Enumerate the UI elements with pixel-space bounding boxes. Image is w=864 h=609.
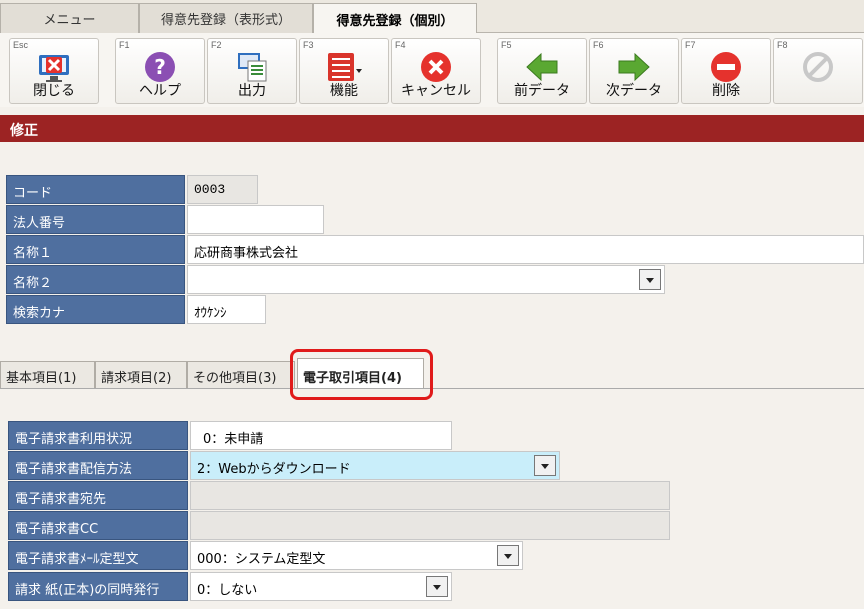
kana-input[interactable]: ｵｳｹﾝｼ [187,295,266,324]
paper-label: 請求 紙(正本)の同時発行 [8,572,188,601]
usage-value: 0：未申請 [203,432,264,447]
tab-menu-label: メニュー [43,13,96,28]
delivery-label: 電子請求書配信方法 [8,451,188,480]
help-button-label: ヘルプ [139,83,181,99]
mail-template-value: 000：システム定型文 [197,552,326,567]
mail-template-label: 電子請求書ﾒｰﾙ定型文 [8,541,188,570]
delete-button[interactable]: F7 削除 [681,38,771,104]
kana-value: ｵｳｹﾝｼ [194,306,227,321]
tab-customer-table[interactable]: 得意先登録（表形式） [139,3,313,33]
cancel-button[interactable]: F4 キャンセル [391,38,481,104]
chevron-down-icon[interactable] [426,576,448,597]
tab-customer-individual[interactable]: 得意先登録（個別） [313,3,477,34]
code-label-text: コード [13,186,53,201]
fkey-label: F6 [593,40,604,50]
paper-label-text: 請求 紙(正本)の同時発行 [15,583,160,598]
prev-data-button[interactable]: F5 前データ [497,38,587,104]
close-button-label: 閉じる [33,83,75,99]
window-tab-bar: メニュー 得意先登録（表形式） 得意先登録（個別） [0,0,864,34]
delivery-value: 2：Webからダウンロード [197,462,351,477]
corp-number-label-text: 法人番号 [13,216,66,231]
to-label: 電子請求書宛先 [8,481,188,510]
kana-label-text: 検索カナ [13,306,66,321]
tab-basic[interactable]: 基本項目(1) [0,361,95,388]
function-toolbar: Esc 閉じる F1 ? ヘルプ F2 出力 F3 機能 F4 キャンセル F5… [0,33,864,107]
name1-value: 応研商事株式会社 [194,246,299,261]
mode-header: 修正 [0,115,864,142]
to-field [190,481,670,510]
name2-label-text: 名称２ [13,276,53,291]
corp-number-input[interactable] [187,205,324,234]
name2-combobox[interactable] [187,265,665,294]
mail-template-combobox[interactable]: 000：システム定型文 [190,541,523,570]
cc-label-text: 電子請求書CC [15,522,99,537]
tab-billing-label: 請求項目(2) [101,371,172,386]
chevron-down-icon[interactable] [497,545,519,566]
code-value: 0003 [194,182,226,197]
tab-highlight-annotation [290,349,433,400]
code-label: コード [6,175,185,204]
cancel-button-label: キャンセル [401,83,471,99]
function-button-label: 機能 [330,83,358,99]
to-label-text: 電子請求書宛先 [15,492,107,507]
fkey-label: Esc [13,40,29,50]
help-button[interactable]: F1 ? ヘルプ [115,38,205,104]
tab-menu[interactable]: メニュー [0,3,139,33]
mail-template-label-text: 電子請求書ﾒｰﾙ定型文 [15,552,139,567]
tab-billing[interactable]: 請求項目(2) [95,361,187,388]
fkey-label: F5 [501,40,512,50]
function-button[interactable]: F3 機能 [299,38,389,104]
chevron-down-icon[interactable] [534,455,556,476]
tab-other-label: その他項目(3) [193,371,277,386]
tab-customer-individual-label: 得意先登録（個別） [336,13,454,29]
fkey-label: F2 [211,40,222,50]
usage-label: 電子請求書利用状況 [8,421,188,450]
usage-field[interactable]: 0：未申請 [190,421,452,450]
code-field: 0003 [187,175,258,204]
tab-basic-label: 基本項目(1) [6,371,77,386]
delivery-label-text: 電子請求書配信方法 [15,462,133,477]
output-button[interactable]: F2 出力 [207,38,297,104]
cc-label: 電子請求書CC [8,511,188,540]
paper-combobox[interactable]: 0：しない [190,572,452,601]
svg-text:?: ? [154,55,166,79]
paper-value: 0：しない [197,583,258,598]
fkey-label: F8 [777,40,788,50]
name1-input[interactable]: 応研商事株式会社 [187,235,864,264]
usage-label-text: 電子請求書利用状況 [15,432,133,447]
prev-data-button-label: 前データ [514,83,570,99]
next-data-button-label: 次データ [606,83,662,99]
tab-other[interactable]: その他項目(3) [187,361,295,388]
f8-button[interactable]: F8 [773,38,863,104]
tab-customer-table-label: 得意先登録（表形式） [160,13,291,28]
name2-label: 名称２ [6,265,185,294]
disabled-icon [803,52,833,82]
output-button-label: 出力 [238,83,266,99]
kana-label: 検索カナ [6,295,185,324]
name1-label-text: 名称１ [13,246,53,261]
delete-button-label: 削除 [712,83,740,99]
close-button[interactable]: Esc 閉じる [9,38,99,104]
delivery-combobox[interactable]: 2：Webからダウンロード [190,451,560,480]
chevron-down-icon[interactable] [639,269,661,290]
fkey-label: F1 [119,40,130,50]
name1-label: 名称１ [6,235,185,264]
next-data-button[interactable]: F6 次データ [589,38,679,104]
fkey-label: F3 [303,40,314,50]
fkey-label: F7 [685,40,696,50]
corp-number-label: 法人番号 [6,205,185,234]
fkey-label: F4 [395,40,406,50]
mode-label: 修正 [10,123,38,139]
cc-field [190,511,670,540]
